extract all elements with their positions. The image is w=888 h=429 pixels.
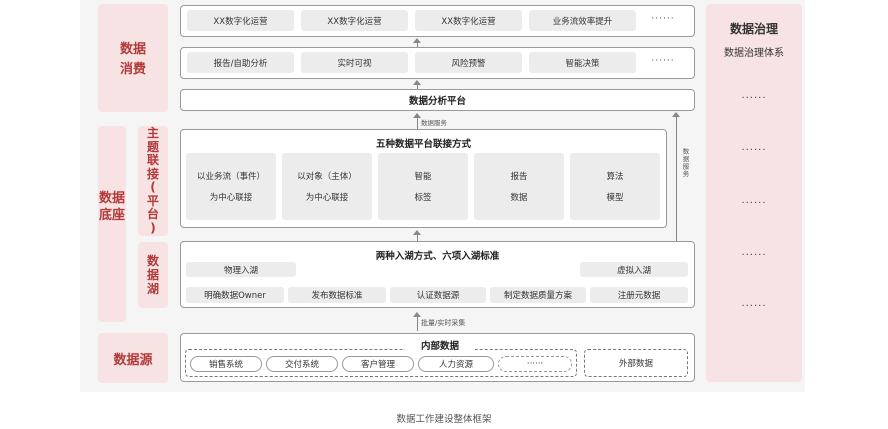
base-block: [98, 126, 126, 322]
row2-more: ······: [651, 56, 675, 66]
figure-caption: 数据工作建设整体框架: [396, 414, 492, 425]
base-label: 数据 底座: [98, 191, 125, 223]
connection-mode-tag: 智能 标签: [378, 153, 468, 220]
governance-dots-1: ······: [741, 93, 767, 104]
data-service-label: 数据服务: [421, 119, 447, 127]
connection-mode-event: 以业务流（事件） 为中心联接: [186, 153, 276, 220]
connection-mode-object-line2: 为中心联接: [305, 193, 349, 203]
topic-label: 主 题 联 接 ( 平 台 ): [146, 126, 159, 235]
connection-mode-event-line1: 以业务流（事件）: [196, 172, 265, 182]
row2-cell-2: 实时可视: [301, 52, 408, 73]
connection-mode-object: 以对象（主体） 为中心联接: [282, 153, 372, 220]
governance-block: [706, 4, 802, 382]
connection-mode-report-line1: 报告: [510, 172, 528, 182]
lake-title: 两种入湖方式、六项入湖标准: [375, 251, 500, 262]
lake-standard-certify: 认证数据源: [390, 287, 486, 303]
governance-dots-3: ······: [741, 198, 767, 209]
source-label: 数据源: [113, 353, 153, 368]
row1-cell-4: 业务流效率提升: [529, 10, 636, 31]
analysis-platform-label: 数据分析平台: [408, 96, 466, 107]
connection-mode-report: 报告 数据: [474, 153, 564, 220]
row2-cell-3: 风险预警: [415, 52, 522, 73]
source-hr: 人力资源: [418, 356, 494, 372]
lake-standard-publish: 发布数据标准: [288, 287, 386, 303]
collect-label: 批量/实时采集: [421, 319, 466, 327]
row1-cell-3: XX数字化运营: [415, 10, 522, 31]
governance-dots-4: ······: [741, 250, 767, 261]
source-crm: 客户管理: [342, 356, 414, 372]
analysis-platform: 数据分析平台: [180, 89, 695, 111]
lake-label: 数 据 湖: [146, 254, 159, 296]
external-sources-group: 外部数据: [584, 349, 688, 377]
connection-mode-object-line1: 以对象（主体）: [297, 172, 357, 182]
side-data-service-label: 数据服务: [681, 148, 689, 178]
connector-line: [417, 234, 418, 241]
virtual-lake: 虚拟入湖: [580, 262, 688, 277]
connection-mode-report-line2: 数据: [510, 193, 528, 203]
row1-cell-2: XX数字化运营: [301, 10, 408, 31]
connection-mode-event-line2: 为中心联接: [209, 193, 253, 203]
governance-dots-5: ······: [741, 301, 767, 312]
connection-mode-tag-line2: 标签: [414, 193, 432, 203]
governance-dots-2: ······: [741, 145, 767, 156]
lake-standard-quality: 制定数据质量方案: [490, 287, 586, 303]
connector-line: [417, 117, 418, 129]
lake-standard-owner: 明确数据Owner: [186, 287, 284, 303]
lake-standard-metadata: 注册元数据: [590, 287, 688, 303]
connection-mode-algorithm: 算法 模型: [570, 153, 660, 220]
governance-title: 数据治理: [729, 22, 778, 36]
source-delivery: 交付系统: [266, 356, 338, 372]
side-connector-line: [676, 116, 677, 241]
row2-cell-1: 报告/自助分析: [187, 52, 294, 73]
connection-mode-algorithm-line1: 算法: [606, 172, 624, 182]
governance-subtitle: 数据治理体系: [724, 48, 784, 59]
internal-sources-title: 内部数据: [405, 338, 475, 352]
source-more: ······: [498, 356, 572, 372]
physical-lake: 物理入湖: [186, 262, 296, 277]
connection-mode-algorithm-line2: 模型: [606, 193, 624, 203]
consume-label: 数据 消费: [119, 42, 146, 77]
source-sales: 销售系统: [190, 356, 262, 372]
connection-modes-title: 五种数据平台联接方式: [375, 139, 471, 150]
connection-mode-tag-line1: 智能: [414, 172, 432, 182]
external-sources-label: 外部数据: [618, 359, 653, 369]
row1-cell-1: XX数字化运营: [187, 10, 294, 31]
row2-cell-4: 智能决策: [529, 52, 636, 73]
row1-more: ······: [651, 14, 675, 24]
connector-line: [417, 316, 418, 331]
